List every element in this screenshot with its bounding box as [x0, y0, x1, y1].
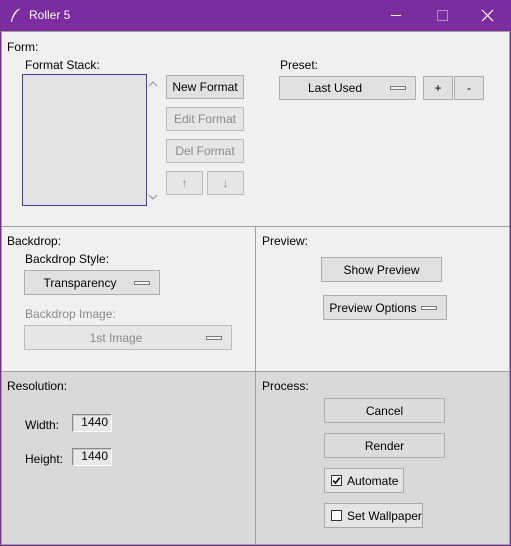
cancel-label: Cancel	[365, 403, 404, 418]
menu-indicator-icon	[206, 335, 222, 340]
menu-indicator-icon	[390, 86, 406, 90]
backdrop-style-label: Backdrop Style:	[25, 252, 110, 266]
backdrop-style-menubutton[interactable]: Transparency	[24, 270, 160, 295]
process-panel: Process: Cancel Render Automate Set Wall…	[255, 371, 510, 545]
move-up-button[interactable]: ↑	[166, 171, 203, 195]
preview-options-label: Preview Options	[329, 300, 417, 315]
show-preview-button[interactable]: Show Preview	[321, 257, 442, 282]
backdrop-panel: Backdrop: Backdrop Style: Transparency B…	[1, 226, 256, 372]
height-field[interactable]: 1440	[72, 448, 112, 466]
menu-indicator-icon	[134, 280, 150, 285]
menu-indicator-icon	[421, 305, 437, 310]
backdrop-heading: Backdrop:	[7, 234, 62, 248]
minimize-button[interactable]	[373, 0, 419, 31]
automate-checkbutton[interactable]: Automate	[324, 468, 404, 493]
scroll-down-icon[interactable]	[148, 193, 158, 201]
new-format-label: New Format	[172, 80, 238, 94]
del-format-label: Del Format	[175, 144, 235, 158]
down-arrow-icon: ↓	[222, 176, 229, 190]
preview-panel: Preview: Show Preview Preview Options	[255, 226, 510, 372]
width-label: Width:	[25, 418, 60, 432]
window-title: Roller 5	[29, 8, 71, 22]
cancel-button[interactable]: Cancel	[324, 398, 445, 423]
set-wallpaper-checkbutton[interactable]: Set Wallpaper	[324, 503, 423, 528]
maximize-button[interactable]	[419, 0, 465, 31]
minus-icon: -	[467, 81, 471, 95]
show-preview-label: Show Preview	[343, 262, 420, 277]
preset-label: Preset:	[280, 58, 319, 72]
new-format-button[interactable]: New Format	[166, 75, 244, 99]
window-client-area: Form: Format Stack: New Format Edit Form…	[1, 31, 510, 545]
feather-icon	[9, 7, 23, 23]
close-button[interactable]	[465, 0, 511, 31]
form-panel: Form: Format Stack: New Format Edit Form…	[1, 31, 510, 227]
preset-value: Last Used	[307, 81, 363, 95]
process-heading: Process:	[262, 379, 309, 393]
move-down-button[interactable]: ↓	[207, 171, 244, 195]
preview-options-menubutton[interactable]: Preview Options	[323, 295, 447, 320]
plus-icon: +	[434, 81, 442, 95]
title-bar[interactable]: Roller 5	[0, 0, 511, 31]
width-field[interactable]: 1440	[72, 414, 112, 432]
automate-checkbox[interactable]	[331, 475, 342, 486]
resolution-panel: Resolution: Width: 1440 Height: 1440	[1, 371, 256, 545]
backdrop-image-label: Backdrop Image:	[25, 307, 116, 321]
edit-format-button[interactable]: Edit Format	[166, 107, 244, 131]
automate-label: Automate	[347, 473, 399, 488]
backdrop-style-value: Transparency	[43, 275, 117, 290]
minimize-icon	[391, 15, 401, 16]
height-label: Height:	[25, 452, 64, 466]
up-arrow-icon: ↑	[181, 176, 188, 190]
format-stack-listbox[interactable]	[22, 74, 147, 206]
edit-format-label: Edit Format	[173, 112, 236, 126]
resolution-heading: Resolution:	[7, 379, 68, 393]
format-stack-label: Format Stack:	[25, 58, 100, 72]
preview-heading: Preview:	[262, 234, 309, 248]
del-format-button[interactable]: Del Format	[166, 139, 244, 163]
backdrop-image-value: 1st Image	[89, 330, 143, 345]
scroll-up-icon[interactable]	[148, 80, 158, 88]
backdrop-image-menubutton[interactable]: 1st Image	[24, 325, 232, 350]
maximize-icon	[437, 10, 448, 21]
close-icon	[481, 9, 494, 22]
set-wallpaper-label: Set Wallpaper	[347, 508, 422, 523]
form-heading: Form:	[7, 40, 39, 54]
render-label: Render	[364, 438, 405, 453]
checkmark-icon	[332, 477, 341, 485]
set-wallpaper-checkbox[interactable]	[331, 510, 342, 521]
preset-remove-button[interactable]: -	[454, 76, 484, 100]
render-button[interactable]: Render	[324, 433, 445, 458]
preset-menubutton[interactable]: Last Used	[279, 76, 416, 100]
preset-add-button[interactable]: +	[423, 76, 453, 100]
